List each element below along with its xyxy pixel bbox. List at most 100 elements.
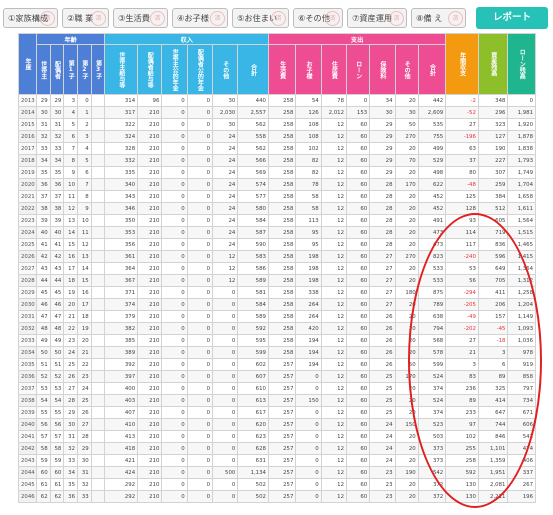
table-cell[interactable]: 60 [345, 238, 371, 251]
table-cell[interactable]: 0 [161, 262, 188, 275]
table-cell[interactable]: 12 [320, 334, 348, 347]
table-cell[interactable]: 60 [345, 274, 371, 287]
table-cell[interactable]: 0 [161, 406, 188, 419]
table-cell[interactable]: 25 [369, 406, 396, 419]
table-cell[interactable]: 20 [394, 322, 419, 335]
table-cell[interactable]: 210 [137, 442, 163, 455]
table-cell[interactable]: 258 [267, 334, 297, 347]
table-cell[interactable]: 24 [369, 454, 396, 467]
table-cell[interactable]: 96 [137, 94, 163, 107]
table-cell[interactable]: 12 [320, 202, 348, 215]
table-cell[interactable]: 20 [394, 442, 419, 455]
table-cell[interactable]: 620 [237, 418, 269, 431]
table-cell[interactable]: 210 [137, 262, 163, 275]
table-cell[interactable]: 210 [137, 334, 163, 347]
table-cell[interactable]: 558 [237, 130, 269, 143]
table-cell[interactable]: 24 [212, 142, 239, 155]
table-cell[interactable]: 328 [104, 142, 139, 155]
table-cell[interactable]: 20 [394, 262, 419, 275]
table-cell[interactable]: 258 [267, 322, 297, 335]
table-cell[interactable]: 12 [320, 274, 348, 287]
table-cell[interactable]: 258 [267, 106, 297, 119]
table-cell[interactable]: 0 [161, 106, 188, 119]
table-cell[interactable]: 440 [237, 94, 269, 107]
table-cell[interactable]: 12 [320, 166, 348, 179]
table-cell[interactable]: 0 [161, 394, 188, 407]
table-cell[interactable]: 0 [161, 442, 188, 455]
table-cell[interactable]: 60 [345, 370, 371, 383]
table-cell[interactable]: 346 [104, 202, 139, 215]
table-cell[interactable]: 12 [320, 190, 348, 203]
table-cell[interactable]: 270 [394, 250, 419, 263]
table-cell[interactable]: 2,557 [237, 106, 269, 119]
table-cell[interactable]: 0 [161, 154, 188, 167]
table-cell[interactable]: 27 [369, 262, 396, 275]
table-cell[interactable]: 12 [320, 430, 348, 443]
table-cell[interactable]: 210 [137, 346, 163, 359]
table-cell[interactable]: 194 [295, 334, 322, 347]
table-cell[interactable]: 0 [212, 478, 239, 491]
table-cell[interactable]: 60 [345, 166, 371, 179]
table-cell[interactable]: 0 [161, 358, 188, 371]
table-cell[interactable]: 12 [320, 226, 348, 239]
table-cell[interactable]: 12 [320, 490, 348, 503]
table-cell[interactable]: 12 [320, 250, 348, 263]
table-cell[interactable]: 613 [237, 394, 269, 407]
table-cell[interactable]: 0 [186, 394, 214, 407]
table-cell[interactable]: 0 [161, 382, 188, 395]
table-cell[interactable]: 210 [137, 238, 163, 251]
table-cell[interactable]: 25 [369, 370, 396, 383]
table-cell[interactable]: 20 [394, 382, 419, 395]
table-cell[interactable]: 28 [369, 214, 396, 227]
table-cell[interactable]: 20 [394, 94, 419, 107]
table-cell[interactable]: 0 [295, 466, 322, 479]
table-cell[interactable]: 0 [186, 190, 214, 203]
table-cell[interactable]: 60 [345, 310, 371, 323]
table-cell[interactable]: 24 [369, 430, 396, 443]
table-cell[interactable]: 0 [161, 274, 188, 287]
table-cell[interactable]: 60 [345, 142, 371, 155]
table-cell[interactable]: 502 [237, 490, 269, 503]
table-cell[interactable]: 12 [320, 442, 348, 455]
table-cell[interactable]: 257 [267, 478, 297, 491]
table-cell[interactable]: 60 [345, 130, 371, 143]
table-cell[interactable]: 257 [267, 418, 297, 431]
table-cell[interactable]: 257 [267, 466, 297, 479]
table-cell[interactable]: 108 [295, 130, 322, 143]
table-cell[interactable]: 0 [212, 298, 239, 311]
table-cell[interactable]: 198 [295, 262, 322, 275]
table-cell[interactable]: 210 [137, 286, 163, 299]
table-cell[interactable]: 0 [186, 382, 214, 395]
tab-1[interactable]: ①家族構成済 [3, 8, 58, 28]
table-cell[interactable]: 0 [212, 442, 239, 455]
table-cell[interactable]: 58 [295, 190, 322, 203]
table-cell[interactable]: 292 [104, 490, 139, 503]
table-cell[interactable]: 0 [186, 406, 214, 419]
table-cell[interactable]: 587 [237, 226, 269, 239]
table-cell[interactable]: 577 [237, 190, 269, 203]
table-cell[interactable]: 20 [394, 298, 419, 311]
table-cell[interactable]: 210 [137, 358, 163, 371]
table-cell[interactable]: 361 [104, 250, 139, 263]
table-cell[interactable]: 210 [137, 202, 163, 215]
table-cell[interactable]: 623 [237, 430, 269, 443]
table-cell[interactable]: 0 [186, 466, 214, 479]
table-cell[interactable]: 379 [104, 310, 139, 323]
table-cell[interactable]: 60 [345, 430, 371, 443]
table-cell[interactable]: 0 [212, 394, 239, 407]
table-cell[interactable]: 24 [212, 166, 239, 179]
table-cell[interactable]: 20 [394, 190, 419, 203]
tab-5[interactable]: ⑤お住まい済 [232, 8, 289, 28]
tab-8[interactable]: ⑧備 え済 [411, 8, 466, 28]
table-cell[interactable]: 30 [369, 106, 396, 119]
table-cell[interactable]: 0 [186, 214, 214, 227]
table-cell[interactable]: 0 [186, 322, 214, 335]
table-cell[interactable]: 257 [267, 370, 297, 383]
table-cell[interactable]: 12 [320, 214, 348, 227]
table-cell[interactable]: 0 [295, 478, 322, 491]
table-cell[interactable]: 628 [237, 442, 269, 455]
table-cell[interactable]: 20 [394, 166, 419, 179]
table-cell[interactable]: 210 [137, 214, 163, 227]
table-cell[interactable]: 0 [212, 490, 239, 503]
table-cell[interactable]: 190 [394, 466, 419, 479]
